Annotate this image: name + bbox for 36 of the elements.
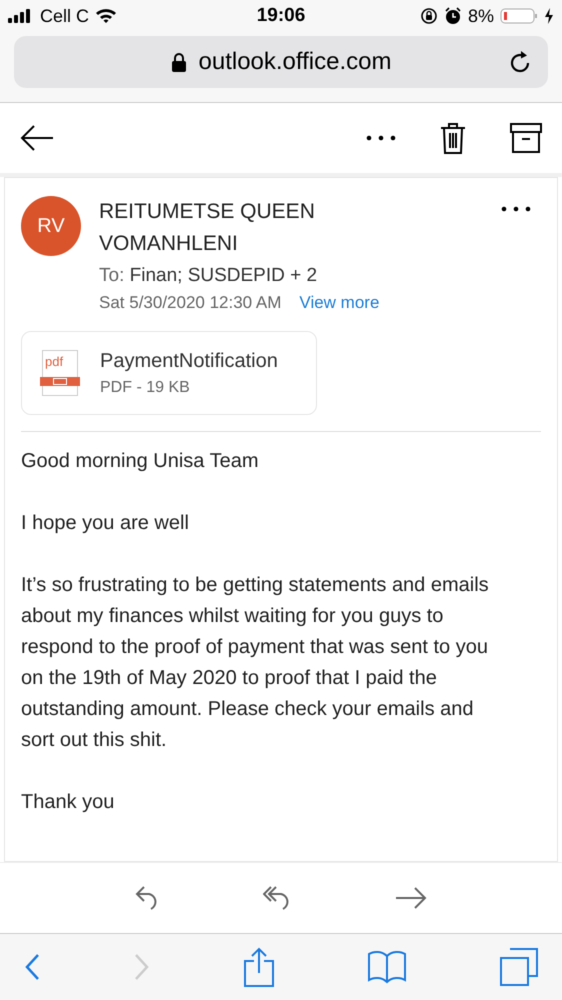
message-paragraph: Thank you [21, 790, 116, 815]
avatar: RV [21, 196, 81, 256]
message-paragraph: Good morning Unisa Team [21, 449, 260, 474]
lock-icon [170, 52, 186, 72]
attachment-size: PDF - 19 KB [100, 378, 191, 396]
message-paragraph: I hope you are well [21, 511, 190, 536]
attachment-card[interactable]: pdf PaymentNotification PDF - 19 KB [21, 331, 317, 415]
browser-back-icon[interactable] [24, 953, 40, 981]
archive-icon[interactable] [510, 123, 542, 153]
bookmarks-icon[interactable] [368, 950, 406, 984]
back-arrow-icon[interactable] [20, 124, 54, 152]
sender-name: REITUMETSE QUEEN VOMANHLENI [99, 199, 316, 256]
forward-icon[interactable] [395, 886, 427, 910]
reload-icon[interactable] [508, 49, 532, 75]
wifi-icon [95, 8, 118, 24]
battery-percent: 8% [468, 6, 494, 26]
view-more-link[interactable]: View more [299, 293, 380, 313]
share-icon[interactable] [244, 947, 274, 987]
address-bar[interactable]: outlook.office.com [14, 36, 548, 88]
status-time: 19:06 [256, 5, 306, 27]
attachment-name: PaymentNotification [100, 350, 278, 372]
battery-icon [500, 7, 538, 25]
to-label: To: [99, 265, 124, 286]
recipient-list[interactable]: Finan; SUSDEPID + 2 [130, 265, 318, 286]
more-options-icon[interactable] [366, 135, 396, 141]
message-paragraph: It’s so frustrating to be getting statements and emails about my finances whilst waiting for you guys to respond to the proof of payment that was sent to you on the 19th of May 2020 to proof that I paid the outstanding amount. Please check your emails and sort out this shit. [21, 573, 490, 753]
pdf-file-icon: pdf [42, 350, 78, 396]
delete-icon[interactable] [440, 122, 466, 154]
charging-icon [544, 8, 554, 24]
more-options-icon[interactable] [501, 206, 531, 212]
tabs-icon[interactable] [500, 948, 538, 986]
carrier-name: Cell C [40, 6, 90, 26]
sent-date: Sat 5/30/2020 12:30 AM [99, 293, 282, 313]
alarm-icon [444, 7, 462, 25]
url-text: outlook.office.com [198, 48, 392, 76]
rotation-lock-icon [420, 7, 438, 25]
